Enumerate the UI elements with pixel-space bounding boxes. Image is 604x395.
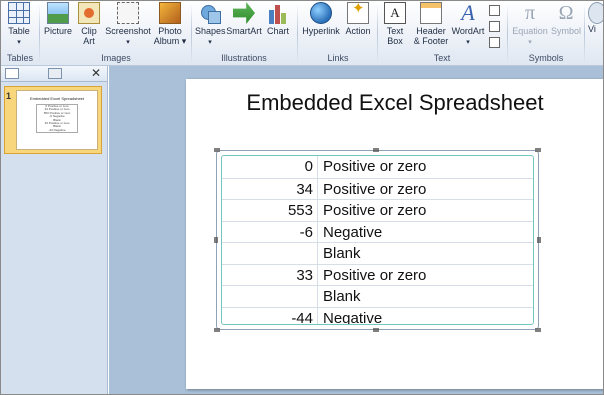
label-cell: Blank [323,288,361,305]
spreadsheet-grid: 0 Positive or zero 34 Positive or zero 5… [221,155,534,325]
group-label-tables: Tables [6,53,33,63]
table-row: 553 Positive or zero [222,199,533,221]
smartart-button[interactable]: SmartArt [226,2,262,52]
hyperlink-button[interactable]: Hyperlink [301,2,341,52]
label-cell: Blank [323,245,361,262]
wordart-icon: A [461,0,475,25]
group-separator [297,4,298,64]
group-label-symbols: Symbols [528,53,564,63]
table-row: -6 Negative [222,220,533,242]
group-label-illustrations: Illustrations [221,53,267,63]
chart-icon [267,2,289,24]
screenshot-icon [117,2,139,24]
symbol-icon: Ω [558,2,574,24]
smartart-icon [233,2,255,24]
value-cell: -44 [222,307,318,324]
outline-tab[interactable] [48,68,62,79]
value-cell: -6 [222,221,318,242]
text-box-icon: A [384,2,406,24]
table-row: Blank [222,242,533,264]
resize-handle-bottom-left[interactable] [214,328,220,332]
thumbnail-row: -44 Negative [48,127,66,132]
value-cell [222,243,318,264]
table-row: 0 Positive or zero [222,156,533,178]
table-row: Blank [222,285,533,307]
action-icon [347,2,369,24]
picture-button[interactable]: Picture [43,2,73,52]
group-separator [377,4,378,64]
group-separator [507,4,508,64]
chart-button[interactable]: Chart [264,2,292,52]
value-cell [222,286,318,307]
label-cell: Positive or zero [323,180,427,198]
equation-button[interactable]: π Equation ▾ [511,2,549,52]
label-cell: Positive or zero [323,202,427,219]
screenshot-button[interactable]: Screenshot ▾ [104,2,152,52]
label-cell: Positive or zero [323,158,427,175]
table-row: -44 Negative [222,306,533,325]
resize-handle-top-right[interactable] [535,148,541,152]
group-separator [39,4,40,64]
hyperlink-icon [310,2,332,24]
group-label-links: Links [327,53,349,63]
photo-album-icon [159,2,181,24]
header-footer-icon [420,2,442,24]
resize-handle-left[interactable] [214,237,218,243]
table-icon [8,2,30,24]
table-row: 33 Positive or zero [222,263,533,285]
date-time-icon[interactable] [489,21,500,32]
ribbon: Table ▾ Tables Picture Clip Art Screensh… [0,0,604,66]
signature-line-icon[interactable] [489,5,500,16]
photo-album-button[interactable]: Photo Album ▾ [153,2,187,52]
group-label-text: Text [433,53,451,63]
wordart-button[interactable]: A WordArt ▾ [451,2,485,52]
shapes-icon [199,2,221,24]
slides-tab[interactable] [5,68,19,79]
label-cell: Negative [323,309,383,325]
resize-handle-right[interactable] [537,237,541,243]
video-button[interactable]: Vi [588,2,604,52]
close-pane-icon[interactable]: ✕ [91,66,101,80]
resize-handle-bottom[interactable] [373,328,379,332]
symbol-button[interactable]: Ω Symbol [550,2,582,52]
video-icon [588,2,604,24]
resize-handle-top[interactable] [373,148,379,152]
shapes-button[interactable]: Shapes ▾ [195,2,226,52]
value-cell: 553 [222,200,318,221]
resize-handle-top-left[interactable] [214,148,220,152]
action-button[interactable]: Action [343,2,373,52]
resize-handle-bottom-right[interactable] [535,328,541,332]
label-cell: Negative [323,223,383,241]
clip-art-button[interactable]: Clip Art [76,2,102,52]
object-icon[interactable] [489,37,500,48]
equation-icon: π [524,2,536,24]
slide-title[interactable]: Embedded Excel Spreadsheet [0,90,604,116]
embedded-spreadsheet[interactable]: 0 Positive or zero 34 Positive or zero 5… [214,148,541,332]
value-cell: 33 [222,264,318,285]
group-separator [191,4,192,64]
clip-art-icon [78,2,100,24]
header-footer-button[interactable]: Header & Footer [412,2,450,52]
table-row: 34 Positive or zero [222,177,533,199]
pane-tabs: ✕ [0,66,107,82]
value-cell: 0 [222,156,318,178]
text-box-button[interactable]: A Text Box [381,2,409,52]
group-label-images: Images [101,53,131,63]
value-cell: 34 [222,178,318,199]
picture-icon [47,2,69,24]
label-cell: Positive or zero [323,266,427,284]
group-separator [584,4,585,64]
table-button[interactable]: Table ▾ [5,2,33,52]
